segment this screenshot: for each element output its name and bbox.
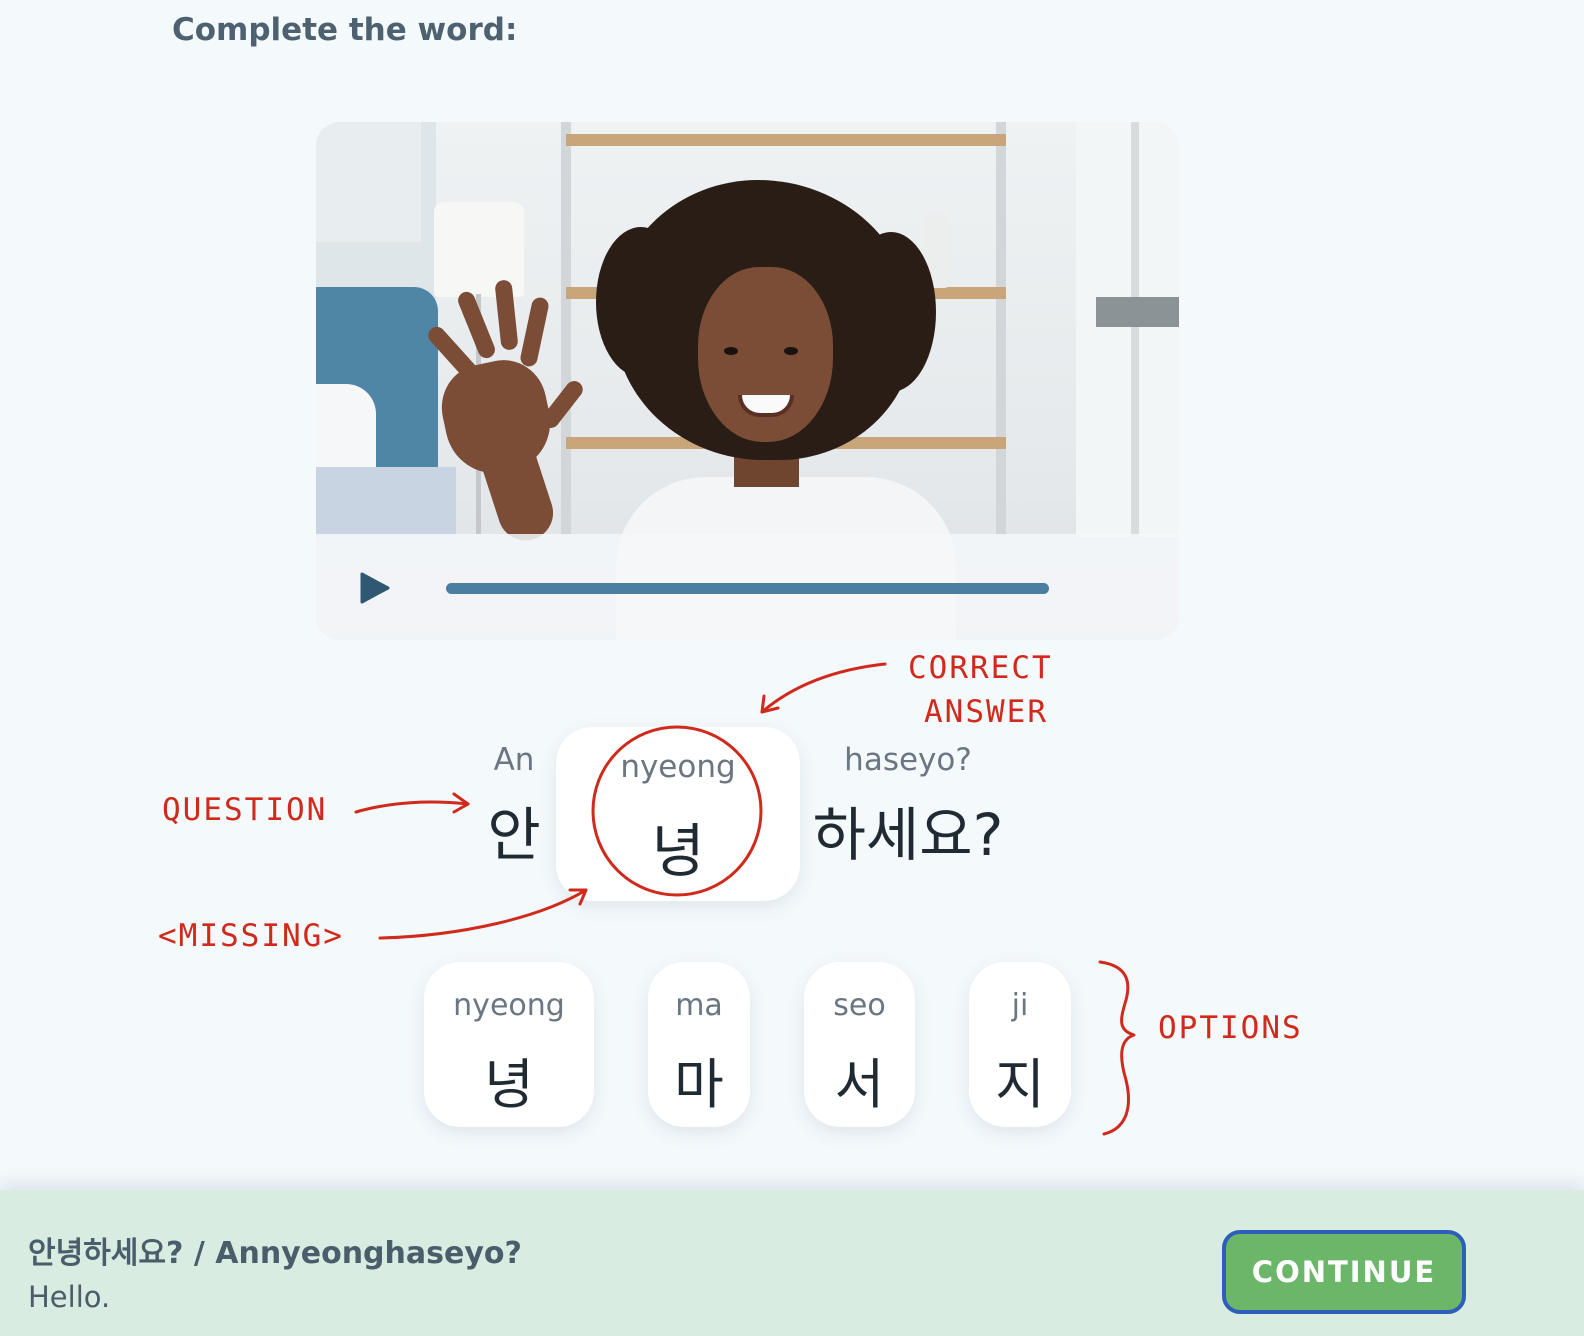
syllable-hangul: 안 — [487, 801, 541, 869]
video-frame-bed — [316, 467, 456, 537]
video-frame-person-eye — [724, 347, 738, 355]
annotation-correct-answer: CORRECT — [908, 650, 1053, 686]
option-hangul: 녕 — [484, 1053, 534, 1116]
answer-translation: Hello. — [28, 1280, 111, 1314]
continue-button[interactable]: CONTINUE — [1222, 1230, 1466, 1314]
syllable-hangul: 녕 — [651, 817, 705, 885]
option-hangul: 마 — [674, 1053, 724, 1116]
video-frame-shelf-post — [561, 122, 571, 537]
annotation-question: QUESTION — [162, 792, 328, 828]
video-progress-fill — [446, 583, 1049, 594]
annotation-arrow — [378, 888, 588, 940]
option-hangul: 서 — [834, 1053, 885, 1116]
annotation-arrow — [354, 800, 470, 814]
question-syllable-3: haseyo? 하세요? — [808, 742, 1008, 872]
video-player[interactable] — [316, 122, 1179, 640]
question-syllable-1: An 안 — [484, 742, 544, 872]
annotation-arrow — [760, 662, 887, 714]
annotation-arrowhead — [452, 792, 470, 814]
option-card-nyeong[interactable]: nyeong 녕 — [424, 962, 594, 1127]
instruction-text: Complete the word: — [172, 12, 518, 48]
syllable-hangul: 하세요? — [812, 801, 1004, 869]
video-frame-curtain — [316, 122, 421, 242]
annotation-brace — [1098, 960, 1136, 1136]
video-frame-shelf-post — [996, 122, 1006, 537]
video-frame-shelf — [566, 134, 1006, 146]
video-frame-person-finger — [518, 295, 551, 369]
syllable-romanization: haseyo? — [844, 742, 972, 778]
play-icon[interactable] — [358, 572, 390, 604]
video-frame-window-frame — [1131, 122, 1139, 537]
option-romanization: ji — [1011, 988, 1029, 1023]
feedback-footer: 안녕하세요? / Annyeonghaseyo? Hello. CONTINUE — [0, 1190, 1584, 1336]
option-card-ji[interactable]: ji 지 — [969, 962, 1071, 1127]
video-controls — [316, 534, 1179, 640]
option-hangul: 지 — [995, 1053, 1045, 1116]
video-frame-window — [1076, 122, 1179, 537]
video-frame-window-bar — [1096, 297, 1179, 327]
option-card-seo[interactable]: seo 서 — [804, 962, 915, 1127]
answer-phrase: 안녕하세요? / Annyeonghaseyo? — [28, 1236, 522, 1271]
annotation-options: OPTIONS — [1158, 1010, 1303, 1046]
annotation-missing: <MISSING> — [158, 918, 344, 954]
syllable-romanization: nyeong — [620, 749, 736, 785]
video-frame-person-eye — [784, 347, 798, 355]
option-card-ma[interactable]: ma 마 — [648, 962, 750, 1127]
video-progress-bar[interactable] — [446, 583, 1049, 594]
option-romanization: seo — [833, 988, 886, 1023]
missing-syllable-slot[interactable]: nyeong 녕 — [556, 727, 800, 901]
annotation-arrowhead — [760, 694, 780, 714]
option-romanization: ma — [675, 988, 723, 1023]
video-frame-person-hand — [433, 352, 560, 482]
annotation-correct-answer: ANSWER — [924, 694, 1048, 730]
syllable-romanization: An — [493, 742, 535, 778]
option-romanization: nyeong — [453, 988, 565, 1023]
